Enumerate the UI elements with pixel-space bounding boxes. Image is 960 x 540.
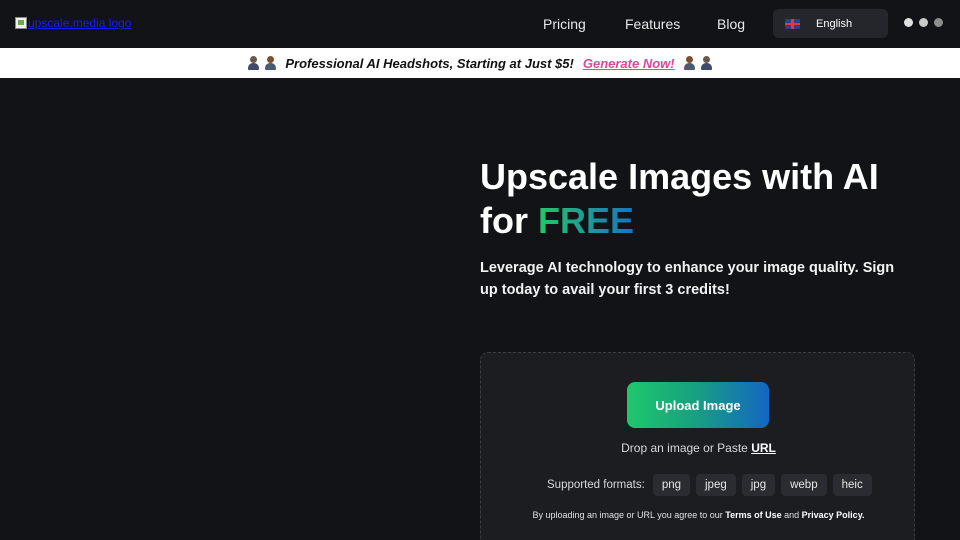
man-office-worker-icon — [700, 56, 713, 70]
terms-and: and — [781, 510, 802, 520]
woman-office-worker-icon — [683, 56, 696, 70]
logo-link[interactable]: upscale.media logo — [15, 16, 131, 30]
promo-banner: Professional AI Headshots, Starting at J… — [0, 48, 960, 78]
woman-office-worker-icon — [264, 56, 277, 70]
window-dot-icon[interactable] — [904, 18, 913, 27]
drop-text: Drop an image or Paste — [621, 441, 752, 455]
broken-image-icon — [15, 17, 27, 29]
terms-of-use-link[interactable]: Terms of Use — [725, 510, 781, 520]
drop-instructions: Drop an image or Paste URL — [481, 441, 916, 455]
generate-now-link[interactable]: Generate Now! — [583, 56, 675, 71]
upload-dropzone[interactable]: Upload Image Drop an image or Paste URL … — [480, 352, 915, 540]
hero-subtitle: Leverage AI technology to enhance your i… — [480, 260, 895, 298]
terms-notice: By uploading an image or URL you agree t… — [481, 510, 916, 520]
uk-flag-icon — [785, 18, 800, 29]
man-office-worker-icon — [247, 56, 260, 70]
privacy-policy-link[interactable]: Privacy Policy. — [802, 510, 865, 520]
format-chip: webp — [781, 474, 827, 496]
nav-pricing[interactable]: Pricing — [543, 16, 586, 32]
language-label: English — [816, 17, 853, 30]
upload-image-button[interactable]: Upload Image — [627, 382, 769, 428]
hero-title-line1: Upscale Images with AI — [480, 156, 879, 197]
formats-label: Supported formats: — [547, 479, 645, 491]
format-chip: heic — [832, 474, 872, 496]
language-selector[interactable]: English — [773, 9, 888, 38]
hero-title-free: FREE — [538, 200, 635, 241]
supported-formats: Supported formats: png jpeg jpg webp hei… — [547, 474, 878, 496]
paste-url-link[interactable]: URL — [751, 441, 776, 455]
hero-title: Upscale Images with AI for FREE — [480, 155, 879, 243]
hero-title-prefix: for — [480, 200, 538, 241]
nav-blog[interactable]: Blog — [717, 16, 745, 32]
nav-features[interactable]: Features — [625, 16, 680, 32]
window-dot-icon[interactable] — [919, 18, 928, 27]
format-chip: png — [652, 474, 690, 496]
terms-prefix: By uploading an image or URL you agree t… — [532, 510, 726, 520]
promo-text: Professional AI Headshots, Starting at J… — [285, 55, 574, 71]
format-chip: jpeg — [696, 474, 736, 496]
top-nav: upscale.media logo Pricing Features Blog… — [0, 0, 960, 48]
window-dot-icon[interactable] — [934, 18, 943, 27]
format-chip: jpg — [741, 474, 776, 496]
logo-alt-text: upscale.media logo — [28, 16, 132, 30]
